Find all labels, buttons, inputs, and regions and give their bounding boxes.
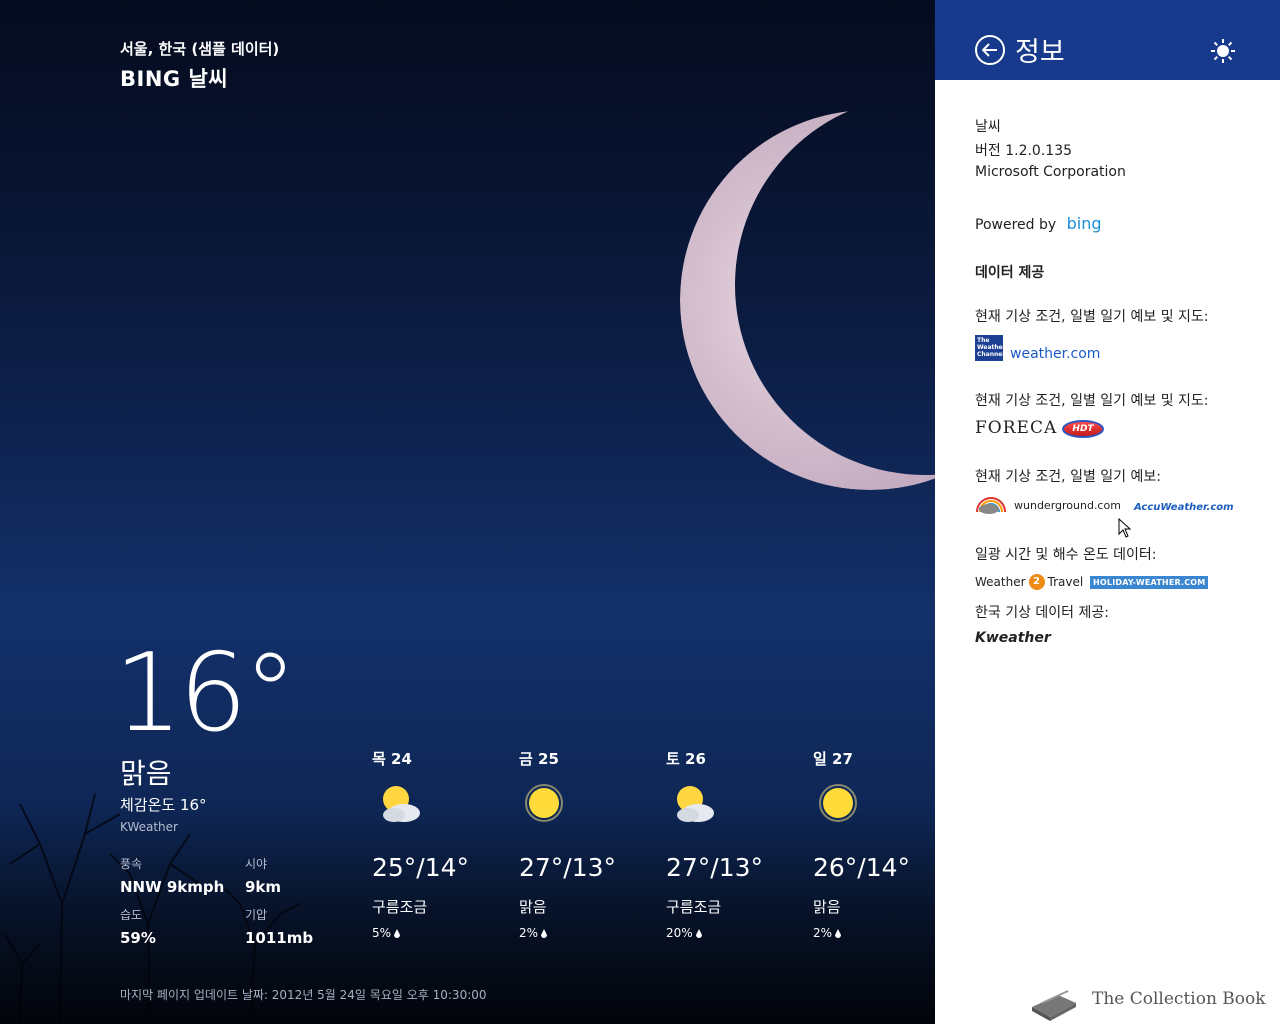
book-icon (1032, 990, 1076, 1021)
mouse-cursor-icon (1118, 518, 1132, 538)
flyout-header: 정보 (935, 0, 1280, 80)
precip-value: 5% (372, 926, 392, 940)
moon-image (640, 80, 935, 520)
data-heading: 데이터 제공 (975, 265, 1045, 281)
sunny-icon (519, 779, 579, 829)
weather-com-link[interactable]: weather.com (1010, 346, 1100, 362)
forecast-temp: 26°/14° (813, 853, 911, 882)
forecast-precip: 20% (666, 926, 806, 940)
forecast-condition: 맑음 (813, 898, 841, 916)
about-flyout: 정보 날씨 버전 1.2.0.135 Microsoft Corporation… (935, 0, 1280, 1024)
forecast-temp: 27°/13° (519, 853, 617, 882)
w2t-left: Weather (975, 575, 1026, 589)
forecast-temp: 25°/14° (372, 853, 470, 882)
section-korea: 한국 기상 데이터 제공: (975, 605, 1109, 621)
visibility-label: 시야 (245, 857, 268, 871)
raindrop-icon (394, 928, 401, 938)
section-daylight: 일광 시간 및 해수 온도 데이터: (975, 547, 1157, 563)
humidity-value: 59% (120, 929, 156, 947)
weather2travel-logo: Weather 2 Travel (975, 574, 1083, 590)
precip-value: 2% (519, 926, 539, 940)
kweather-logo: Kweather (975, 630, 1051, 646)
pressure-value: 1011mb (245, 929, 314, 947)
precip-value: 20% (666, 926, 693, 940)
forecast-precip: 2% (519, 926, 659, 940)
current-temperature: 16° (114, 631, 297, 756)
wunderground-logo: wunderground.com (975, 496, 1121, 514)
flyout-title: 정보 (1015, 37, 1065, 68)
sunny-icon (813, 779, 873, 829)
rainbow-cloud-icon (976, 497, 1006, 514)
wunderground-text: wunderground.com (1014, 498, 1121, 512)
forecast-day[interactable]: 금 25 27°/13° 맑음 2% (519, 748, 659, 940)
forecast-precip: 2% (813, 926, 933, 940)
powered-by-label: Powered by (975, 217, 1057, 233)
raindrop-icon (541, 928, 548, 938)
bing-logo: bing (1066, 214, 1102, 233)
version-text: 버전 1.2.0.135 (975, 143, 1073, 159)
current-condition: 맑음 (120, 757, 172, 790)
raindrop-icon (695, 928, 702, 938)
forecast-condition: 구름조금 (372, 898, 428, 916)
accuweather-logo: AccuWeather.com (1134, 502, 1234, 513)
section-current-maps: 현재 기상 조건, 일별 일기 예보 및 지도: (975, 309, 1209, 325)
forecast-temp: 27°/13° (666, 853, 764, 882)
wind-value: NNW 9kmph (120, 878, 225, 896)
wind-label: 풍속 (120, 857, 143, 871)
app-name: 날씨 (975, 119, 1001, 135)
forecast-day[interactable]: 일 27 26°/14° 맑음 2% (813, 748, 933, 940)
visibility-value: 9km (245, 878, 282, 896)
section-current-forecast: 현재 기상 조건, 일별 일기 예보: (975, 469, 1161, 485)
back-arrow-icon (982, 43, 997, 57)
watermark: The Collection Book (1028, 975, 1268, 1023)
back-button[interactable] (975, 35, 1005, 65)
powered-by: Powered by bing (975, 214, 1102, 233)
watermark-text: The Collection Book (1092, 989, 1266, 1009)
hdt-logo: HDT (1062, 420, 1104, 438)
forecast-day[interactable]: 토 26 27°/13° 구름조금 20% (666, 748, 806, 940)
section-current-maps-2: 현재 기상 조건, 일별 일기 예보 및 지도: (975, 393, 1209, 409)
forecast-precip: 5% (372, 926, 512, 940)
foreca-logo: FORECA (975, 418, 1058, 438)
partly-cloudy-icon (372, 779, 432, 829)
weather-channel-logo: The Weather Channel (975, 335, 1006, 361)
app-title: BING 날씨 (120, 67, 229, 91)
pressure-label: 기압 (245, 908, 268, 922)
holiday-weather-logo: HOLIDAY-WEATHER.COM (1090, 576, 1209, 589)
forecast-day-name: 일 27 (813, 750, 853, 768)
partly-cloudy-icon (666, 779, 726, 829)
raindrop-icon (835, 928, 842, 938)
humidity-label: 습도 (120, 908, 143, 922)
forecast-day-name: 금 25 (519, 750, 559, 768)
data-provider: KWeather (120, 820, 178, 834)
precip-value: 2% (813, 926, 833, 940)
w2t-badge: 2 (1028, 574, 1045, 590)
forecast-day-name: 토 26 (666, 750, 706, 768)
w2t-right: Travel (1047, 575, 1084, 589)
last-updated: 마지막 페이지 업데이트 날짜: 2012년 5월 24일 목요일 오후 10:… (120, 988, 487, 1002)
forecast-condition: 맑음 (519, 898, 547, 916)
brightness-icon[interactable] (1210, 38, 1236, 64)
location-label[interactable]: 서울, 한국 (샘플 데이터) (120, 38, 279, 59)
feels-like: 체감온도 16° (120, 796, 207, 814)
forecast-day-name: 목 24 (372, 750, 412, 768)
company-text: Microsoft Corporation (975, 164, 1126, 180)
forecast-condition: 구름조금 (666, 898, 722, 916)
forecast-day[interactable]: 목 24 25°/14° 구름조금 5% (372, 748, 512, 940)
